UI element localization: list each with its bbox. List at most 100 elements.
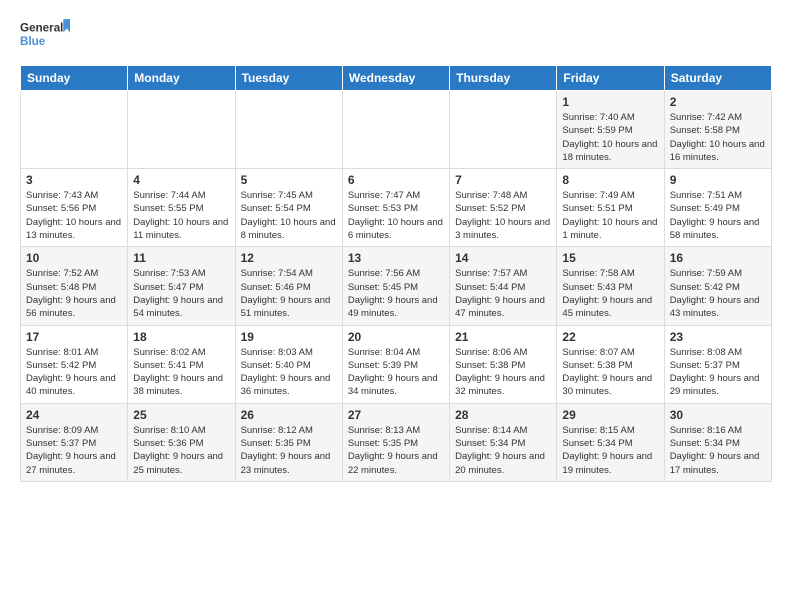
calendar-cell: 10 Sunrise: 7:52 AM Sunset: 5:48 PM Dayli… — [21, 247, 128, 325]
header-row: SundayMondayTuesdayWednesdayThursdayFrid… — [21, 66, 772, 91]
day-info: Sunrise: 7:58 AM Sunset: 5:43 PM Dayligh… — [562, 267, 658, 320]
calendar-cell: 11 Sunrise: 7:53 AM Sunset: 5:47 PM Dayli… — [128, 247, 235, 325]
calendar-cell: 1Sunrise: 7:40 AM Sunset: 5:59 PM Daylig… — [557, 91, 664, 169]
day-header-friday: Friday — [557, 66, 664, 91]
day-info: Sunrise: 7:59 AM Sunset: 5:42 PM Dayligh… — [670, 267, 766, 320]
day-info: Sunrise: 8:01 AM Sunset: 5:42 PM Dayligh… — [26, 346, 122, 399]
day-info: Sunrise: 7:48 AM Sunset: 5:52 PM Dayligh… — [455, 189, 551, 242]
day-number: 21 — [455, 330, 551, 344]
day-header-wednesday: Wednesday — [342, 66, 449, 91]
day-number: 3 — [26, 173, 122, 187]
day-number: 23 — [670, 330, 766, 344]
day-header-saturday: Saturday — [664, 66, 771, 91]
day-number: 7 — [455, 173, 551, 187]
day-info: Sunrise: 8:07 AM Sunset: 5:38 PM Dayligh… — [562, 346, 658, 399]
day-number: 24 — [26, 408, 122, 422]
day-number: 18 — [133, 330, 229, 344]
calendar-cell — [235, 91, 342, 169]
day-number: 11 — [133, 251, 229, 265]
day-number: 2 — [670, 95, 766, 109]
calendar-cell: 12Sunrise: 7:54 AM Sunset: 5:46 PM Dayli… — [235, 247, 342, 325]
calendar-cell: 20 Sunrise: 8:04 AM Sunset: 5:39 PM Dayli… — [342, 325, 449, 403]
calendar-cell: 26 Sunrise: 8:12 AM Sunset: 5:35 PM Dayli… — [235, 403, 342, 481]
day-header-tuesday: Tuesday — [235, 66, 342, 91]
day-number: 22 — [562, 330, 658, 344]
calendar-cell — [21, 91, 128, 169]
day-info: Sunrise: 8:04 AM Sunset: 5:39 PM Dayligh… — [348, 346, 444, 399]
calendar-cell: 9 Sunrise: 7:51 AM Sunset: 5:49 PM Daylig… — [664, 169, 771, 247]
calendar-cell — [342, 91, 449, 169]
calendar-cell: 3 Sunrise: 7:43 AM Sunset: 5:56 PM Daylig… — [21, 169, 128, 247]
day-info: Sunrise: 7:42 AM Sunset: 5:58 PM Dayligh… — [670, 111, 766, 164]
day-info: Sunrise: 8:13 AM Sunset: 5:35 PM Dayligh… — [348, 424, 444, 477]
calendar-cell: 7 Sunrise: 7:48 AM Sunset: 5:52 PM Daylig… — [450, 169, 557, 247]
day-number: 15 — [562, 251, 658, 265]
page: General Blue SundayMondayTuesdayWednesda… — [0, 0, 792, 492]
calendar-cell: 24 Sunrise: 8:09 AM Sunset: 5:37 PM Dayli… — [21, 403, 128, 481]
svg-text:Blue: Blue — [20, 35, 46, 48]
day-number: 27 — [348, 408, 444, 422]
day-info: Sunrise: 8:08 AM Sunset: 5:37 PM Dayligh… — [670, 346, 766, 399]
svg-text:General: General — [20, 22, 63, 35]
day-number: 26 — [241, 408, 337, 422]
day-number: 28 — [455, 408, 551, 422]
day-info: Sunrise: 7:53 AM Sunset: 5:47 PM Dayligh… — [133, 267, 229, 320]
calendar-cell: 23 Sunrise: 8:08 AM Sunset: 5:37 PM Dayli… — [664, 325, 771, 403]
day-header-sunday: Sunday — [21, 66, 128, 91]
calendar-cell: 13 Sunrise: 7:56 AM Sunset: 5:45 PM Dayli… — [342, 247, 449, 325]
day-info: Sunrise: 8:09 AM Sunset: 5:37 PM Dayligh… — [26, 424, 122, 477]
day-info: Sunrise: 7:51 AM Sunset: 5:49 PM Dayligh… — [670, 189, 766, 242]
calendar-cell: 22 Sunrise: 8:07 AM Sunset: 5:38 PM Dayli… — [557, 325, 664, 403]
day-info: Sunrise: 7:52 AM Sunset: 5:48 PM Dayligh… — [26, 267, 122, 320]
calendar-cell: 27 Sunrise: 8:13 AM Sunset: 5:35 PM Dayli… — [342, 403, 449, 481]
day-info: Sunrise: 7:44 AM Sunset: 5:55 PM Dayligh… — [133, 189, 229, 242]
day-number: 1 — [562, 95, 658, 109]
calendar-cell: 28 Sunrise: 8:14 AM Sunset: 5:34 PM Dayli… — [450, 403, 557, 481]
calendar-cell: 21 Sunrise: 8:06 AM Sunset: 5:38 PM Dayli… — [450, 325, 557, 403]
calendar-cell: 30 Sunrise: 8:16 AM Sunset: 5:34 PM Dayli… — [664, 403, 771, 481]
calendar-cell — [128, 91, 235, 169]
logo: General Blue — [20, 15, 70, 55]
day-number: 20 — [348, 330, 444, 344]
day-info: Sunrise: 7:57 AM Sunset: 5:44 PM Dayligh… — [455, 267, 551, 320]
calendar-cell: 8Sunrise: 7:49 AM Sunset: 5:51 PM Daylig… — [557, 169, 664, 247]
calendar-cell: 16 Sunrise: 7:59 AM Sunset: 5:42 PM Dayli… — [664, 247, 771, 325]
calendar-cell: 18Sunrise: 8:02 AM Sunset: 5:41 PM Dayli… — [128, 325, 235, 403]
calendar-table: SundayMondayTuesdayWednesdayThursdayFrid… — [20, 65, 772, 482]
day-number: 9 — [670, 173, 766, 187]
calendar-cell: 5Sunrise: 7:45 AM Sunset: 5:54 PM Daylig… — [235, 169, 342, 247]
calendar-cell: 29 Sunrise: 8:15 AM Sunset: 5:34 PM Dayli… — [557, 403, 664, 481]
week-row-4: 17 Sunrise: 8:01 AM Sunset: 5:42 PM Dayli… — [21, 325, 772, 403]
day-number: 30 — [670, 408, 766, 422]
day-number: 29 — [562, 408, 658, 422]
header: General Blue — [20, 15, 772, 55]
day-number: 19 — [241, 330, 337, 344]
day-number: 13 — [348, 251, 444, 265]
calendar-cell: 25Sunrise: 8:10 AM Sunset: 5:36 PM Dayli… — [128, 403, 235, 481]
day-number: 8 — [562, 173, 658, 187]
day-number: 14 — [455, 251, 551, 265]
day-info: Sunrise: 8:06 AM Sunset: 5:38 PM Dayligh… — [455, 346, 551, 399]
day-info: Sunrise: 8:12 AM Sunset: 5:35 PM Dayligh… — [241, 424, 337, 477]
day-info: Sunrise: 7:45 AM Sunset: 5:54 PM Dayligh… — [241, 189, 337, 242]
day-info: Sunrise: 8:15 AM Sunset: 5:34 PM Dayligh… — [562, 424, 658, 477]
day-info: Sunrise: 7:43 AM Sunset: 5:56 PM Dayligh… — [26, 189, 122, 242]
day-number: 16 — [670, 251, 766, 265]
week-row-2: 3 Sunrise: 7:43 AM Sunset: 5:56 PM Daylig… — [21, 169, 772, 247]
day-info: Sunrise: 8:14 AM Sunset: 5:34 PM Dayligh… — [455, 424, 551, 477]
calendar-cell: 2 Sunrise: 7:42 AM Sunset: 5:58 PM Daylig… — [664, 91, 771, 169]
calendar-cell: 6 Sunrise: 7:47 AM Sunset: 5:53 PM Daylig… — [342, 169, 449, 247]
day-info: Sunrise: 7:47 AM Sunset: 5:53 PM Dayligh… — [348, 189, 444, 242]
week-row-3: 10 Sunrise: 7:52 AM Sunset: 5:48 PM Dayli… — [21, 247, 772, 325]
day-number: 6 — [348, 173, 444, 187]
calendar-cell: 19 Sunrise: 8:03 AM Sunset: 5:40 PM Dayli… — [235, 325, 342, 403]
day-number: 17 — [26, 330, 122, 344]
day-number: 10 — [26, 251, 122, 265]
day-number: 25 — [133, 408, 229, 422]
day-info: Sunrise: 8:03 AM Sunset: 5:40 PM Dayligh… — [241, 346, 337, 399]
day-info: Sunrise: 8:16 AM Sunset: 5:34 PM Dayligh… — [670, 424, 766, 477]
calendar-cell: 14 Sunrise: 7:57 AM Sunset: 5:44 PM Dayli… — [450, 247, 557, 325]
day-header-monday: Monday — [128, 66, 235, 91]
day-info: Sunrise: 7:54 AM Sunset: 5:46 PM Dayligh… — [241, 267, 337, 320]
day-info: Sunrise: 7:56 AM Sunset: 5:45 PM Dayligh… — [348, 267, 444, 320]
